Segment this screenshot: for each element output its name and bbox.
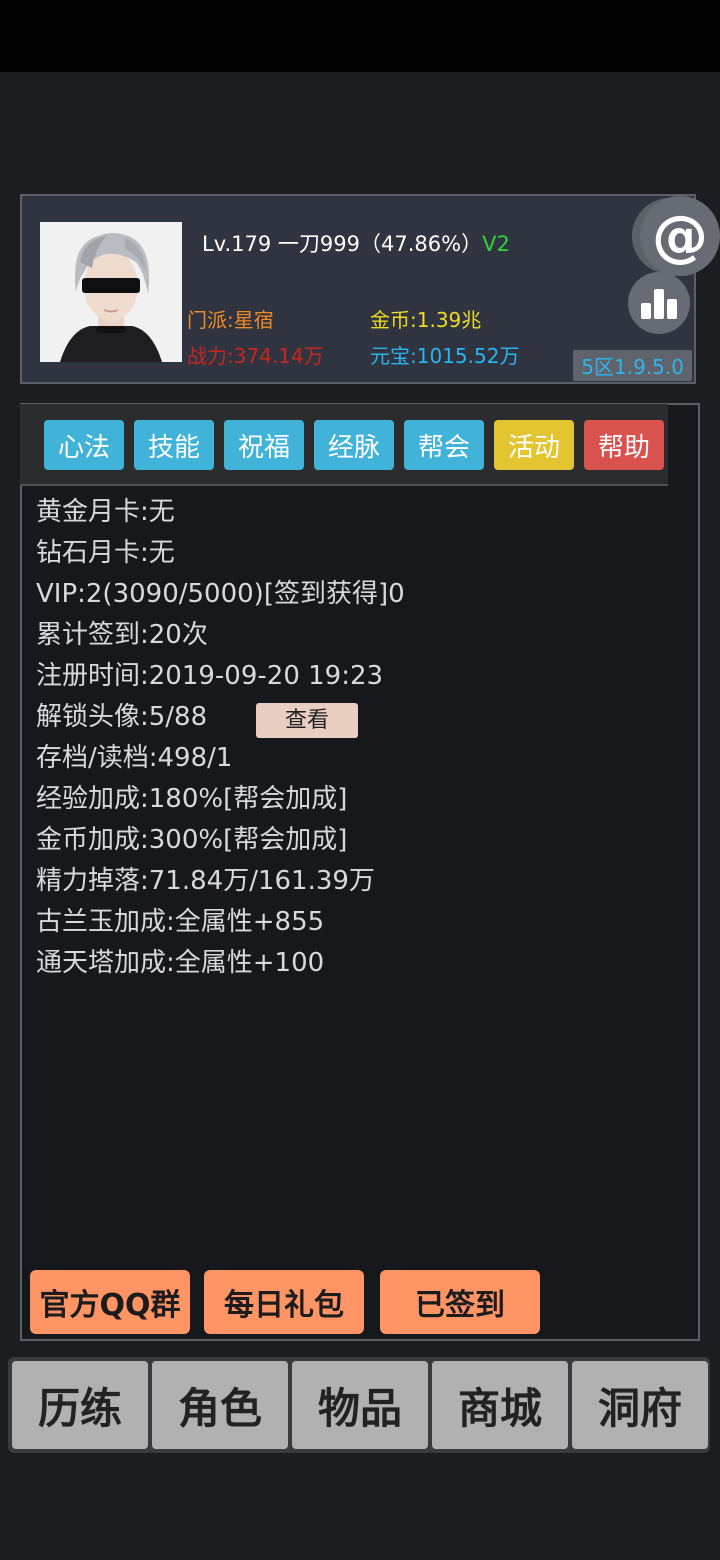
at-icon[interactable]: @ [640,196,720,276]
player-info-list: 黄金月卡:无 钻石月卡:无 VIP:2(3090/5000)[签到获得]0 累计… [36,492,405,984]
gold-stat: 金币:1.39兆 [370,308,482,332]
yuanbao-stat: 元宝:1015.52万 [370,344,520,368]
qq-group-button[interactable]: 官方QQ群 [30,1270,190,1334]
server-badge: 5区1.9.5.0 [573,350,692,381]
total-checkins: 累计签到:20次 [36,620,208,650]
status-bar [0,0,720,72]
tab-blessing[interactable]: 祝福 [224,420,304,470]
register-time: 注册时间:2019-09-20 19:23 [36,661,384,691]
power-stat: 战力:374.14万 [187,344,324,368]
sect-stat: 门派:星宿 [187,308,274,332]
player-header: Lv.179 一刀999（47.86%）V2 门派:星宿 战力:374.14万 … [20,194,696,384]
nav-training[interactable]: 历练 [12,1361,148,1449]
nav-cave[interactable]: 洞府 [572,1361,708,1449]
nav-shop[interactable]: 商城 [432,1361,568,1449]
level-text: Lv.179 一刀999（47.86%） [202,232,483,256]
tab-guild[interactable]: 帮会 [404,420,484,470]
bar-chart-glyph [641,289,677,319]
tab-events[interactable]: 活动 [494,420,574,470]
view-avatars-button[interactable]: 查看 [256,703,358,738]
avatar[interactable] [40,222,182,362]
unlocked-avatars: 解锁头像:5/88 [36,702,208,732]
level-name-line: Lv.179 一刀999（47.86%）V2 [202,228,510,258]
exp-bonus: 经验加成:180%[帮会加成] [36,784,348,814]
gold-bonus: 金币加成:300%[帮会加成] [36,825,348,855]
energy-drop: 精力掉落:71.84万/161.39万 [36,866,375,896]
gulan-jade-bonus: 古兰玉加成:全属性+855 [36,907,325,937]
nav-items[interactable]: 物品 [292,1361,428,1449]
tab-xinfa[interactable]: 心法 [44,420,124,470]
save-load-count: 存档/读档:498/1 [36,743,233,773]
daily-gift-button[interactable]: 每日礼包 [204,1270,364,1334]
vip-tag: V2 [482,232,510,256]
bottom-nav: 历练 角色 物品 商城 洞府 [8,1357,710,1453]
nav-character[interactable]: 角色 [152,1361,288,1449]
avatar-portrait [40,222,182,362]
unlocked-avatars-row: 解锁头像:5/88 查看 [36,697,405,738]
tower-bonus: 通天塔加成:全属性+100 [36,948,325,978]
tab-skills[interactable]: 技能 [134,420,214,470]
tab-help[interactable]: 帮助 [584,420,664,470]
diamond-monthly-card: 钻石月卡:无 [36,538,175,568]
gold-monthly-card: 黄金月卡:无 [36,497,175,527]
tab-meridian[interactable]: 经脉 [314,420,394,470]
tab-strip: 心法 技能 祝福 经脉 帮会 活动 帮助 [20,404,668,486]
bar-chart-icon[interactable] [628,272,690,334]
signed-in-button[interactable]: 已签到 [380,1270,540,1334]
vip-progress: VIP:2(3090/5000)[签到获得]0 [36,579,405,609]
